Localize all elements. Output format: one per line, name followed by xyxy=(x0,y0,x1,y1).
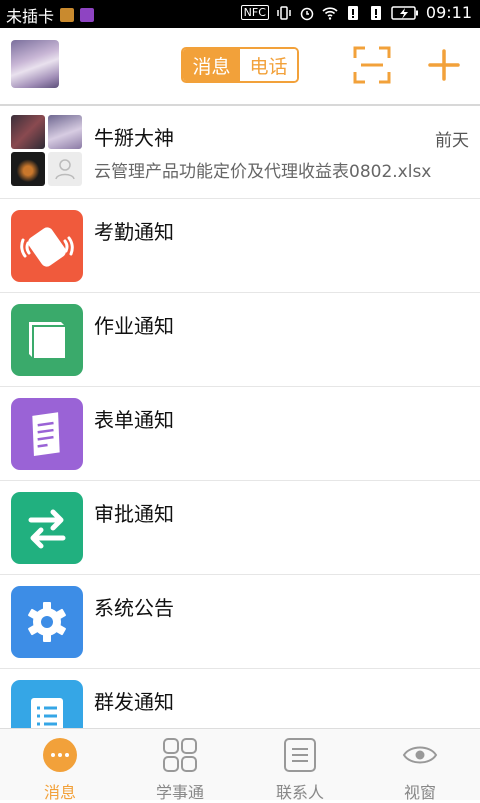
notice-title: 审批通知 xyxy=(94,502,174,526)
user-avatar[interactable] xyxy=(11,40,59,88)
status-bar: 未插卡 NFC 09:11 xyxy=(0,0,480,28)
add-icon[interactable] xyxy=(426,47,462,83)
chat-time: 前天 xyxy=(435,131,469,151)
tab-xueshitong[interactable]: 学事通 xyxy=(120,729,240,802)
tab-window[interactable]: 视窗 xyxy=(360,729,480,802)
list-item-approval[interactable]: 审批通知 xyxy=(0,481,480,575)
chat-last-message: 云管理产品功能定价及代理收益表0802.xlsx xyxy=(94,162,432,182)
tab-label: 联系人 xyxy=(275,783,324,802)
tab-messages[interactable]: 消息 xyxy=(183,49,240,81)
list-item-broadcast[interactable]: 群发通知 xyxy=(0,669,480,728)
tab-label: 消息 xyxy=(43,783,76,802)
wifi-icon xyxy=(322,6,338,20)
sim1-no-signal-icon xyxy=(347,5,358,20)
list-item-homework[interactable]: 作业通知 xyxy=(0,293,480,387)
notice-title: 作业通知 xyxy=(94,314,174,338)
contacts-icon xyxy=(284,738,316,772)
book-icon xyxy=(11,304,83,376)
carrier-text: 未插卡 xyxy=(6,7,55,26)
list-item-attendance[interactable]: 考勤通知 xyxy=(0,199,480,293)
notice-title: 系统公告 xyxy=(94,596,174,620)
gear-icon xyxy=(11,586,83,658)
clock-text: 09:11 xyxy=(425,3,472,22)
conversation-list: 牛掰大神 前天 云管理产品功能定价及代理收益表0802.xlsx 考勤通知 作业… xyxy=(0,105,480,728)
chat-name: 牛掰大神 xyxy=(94,126,174,150)
member-avatar xyxy=(11,115,45,149)
top-header: 消息 电话 xyxy=(0,28,480,106)
tab-label: 视窗 xyxy=(403,783,436,802)
member-avatar xyxy=(48,115,82,149)
attendance-vibrate-icon xyxy=(11,210,83,282)
sim2-no-signal-icon xyxy=(370,5,381,20)
list-item-form[interactable]: 表单通知 xyxy=(0,387,480,481)
swap-arrows-icon xyxy=(11,492,83,564)
status-bar-left: 未插卡 xyxy=(6,3,95,27)
scan-icon[interactable] xyxy=(352,45,392,85)
tab-label: 学事通 xyxy=(155,783,204,802)
tab-contacts[interactable]: 联系人 xyxy=(240,729,360,802)
notice-title: 群发通知 xyxy=(94,690,174,714)
tab-calls[interactable]: 电话 xyxy=(240,49,297,81)
alarm-icon xyxy=(300,7,314,20)
form-icon xyxy=(11,398,83,470)
status-bar-right: NFC 09:11 xyxy=(240,3,472,22)
default-avatar-icon xyxy=(48,152,82,186)
grid-icon xyxy=(163,738,197,772)
vibrate-icon xyxy=(277,5,291,20)
member-avatar xyxy=(11,152,45,186)
list-icon xyxy=(11,680,83,728)
notice-title: 表单通知 xyxy=(94,408,174,432)
list-item-system-announcement[interactable]: 系统公告 xyxy=(0,575,480,669)
app-notification-icon xyxy=(80,8,95,22)
group-avatar xyxy=(11,115,83,187)
list-item-group-chat[interactable]: 牛掰大神 前天 云管理产品功能定价及代理收益表0802.xlsx xyxy=(0,105,480,199)
tab-messages-bottom[interactable]: 消息 xyxy=(0,729,120,802)
hourglass-icon xyxy=(60,8,75,22)
message-call-switch: 消息 电话 xyxy=(181,47,299,83)
chat-bubble-icon xyxy=(43,738,77,772)
eye-icon xyxy=(402,746,438,764)
battery-charging-icon xyxy=(391,5,418,20)
notice-title: 考勤通知 xyxy=(94,220,174,244)
bottom-tab-bar: 消息 学事通 联系人 视窗 xyxy=(0,728,480,802)
nfc-icon: NFC xyxy=(240,5,269,20)
